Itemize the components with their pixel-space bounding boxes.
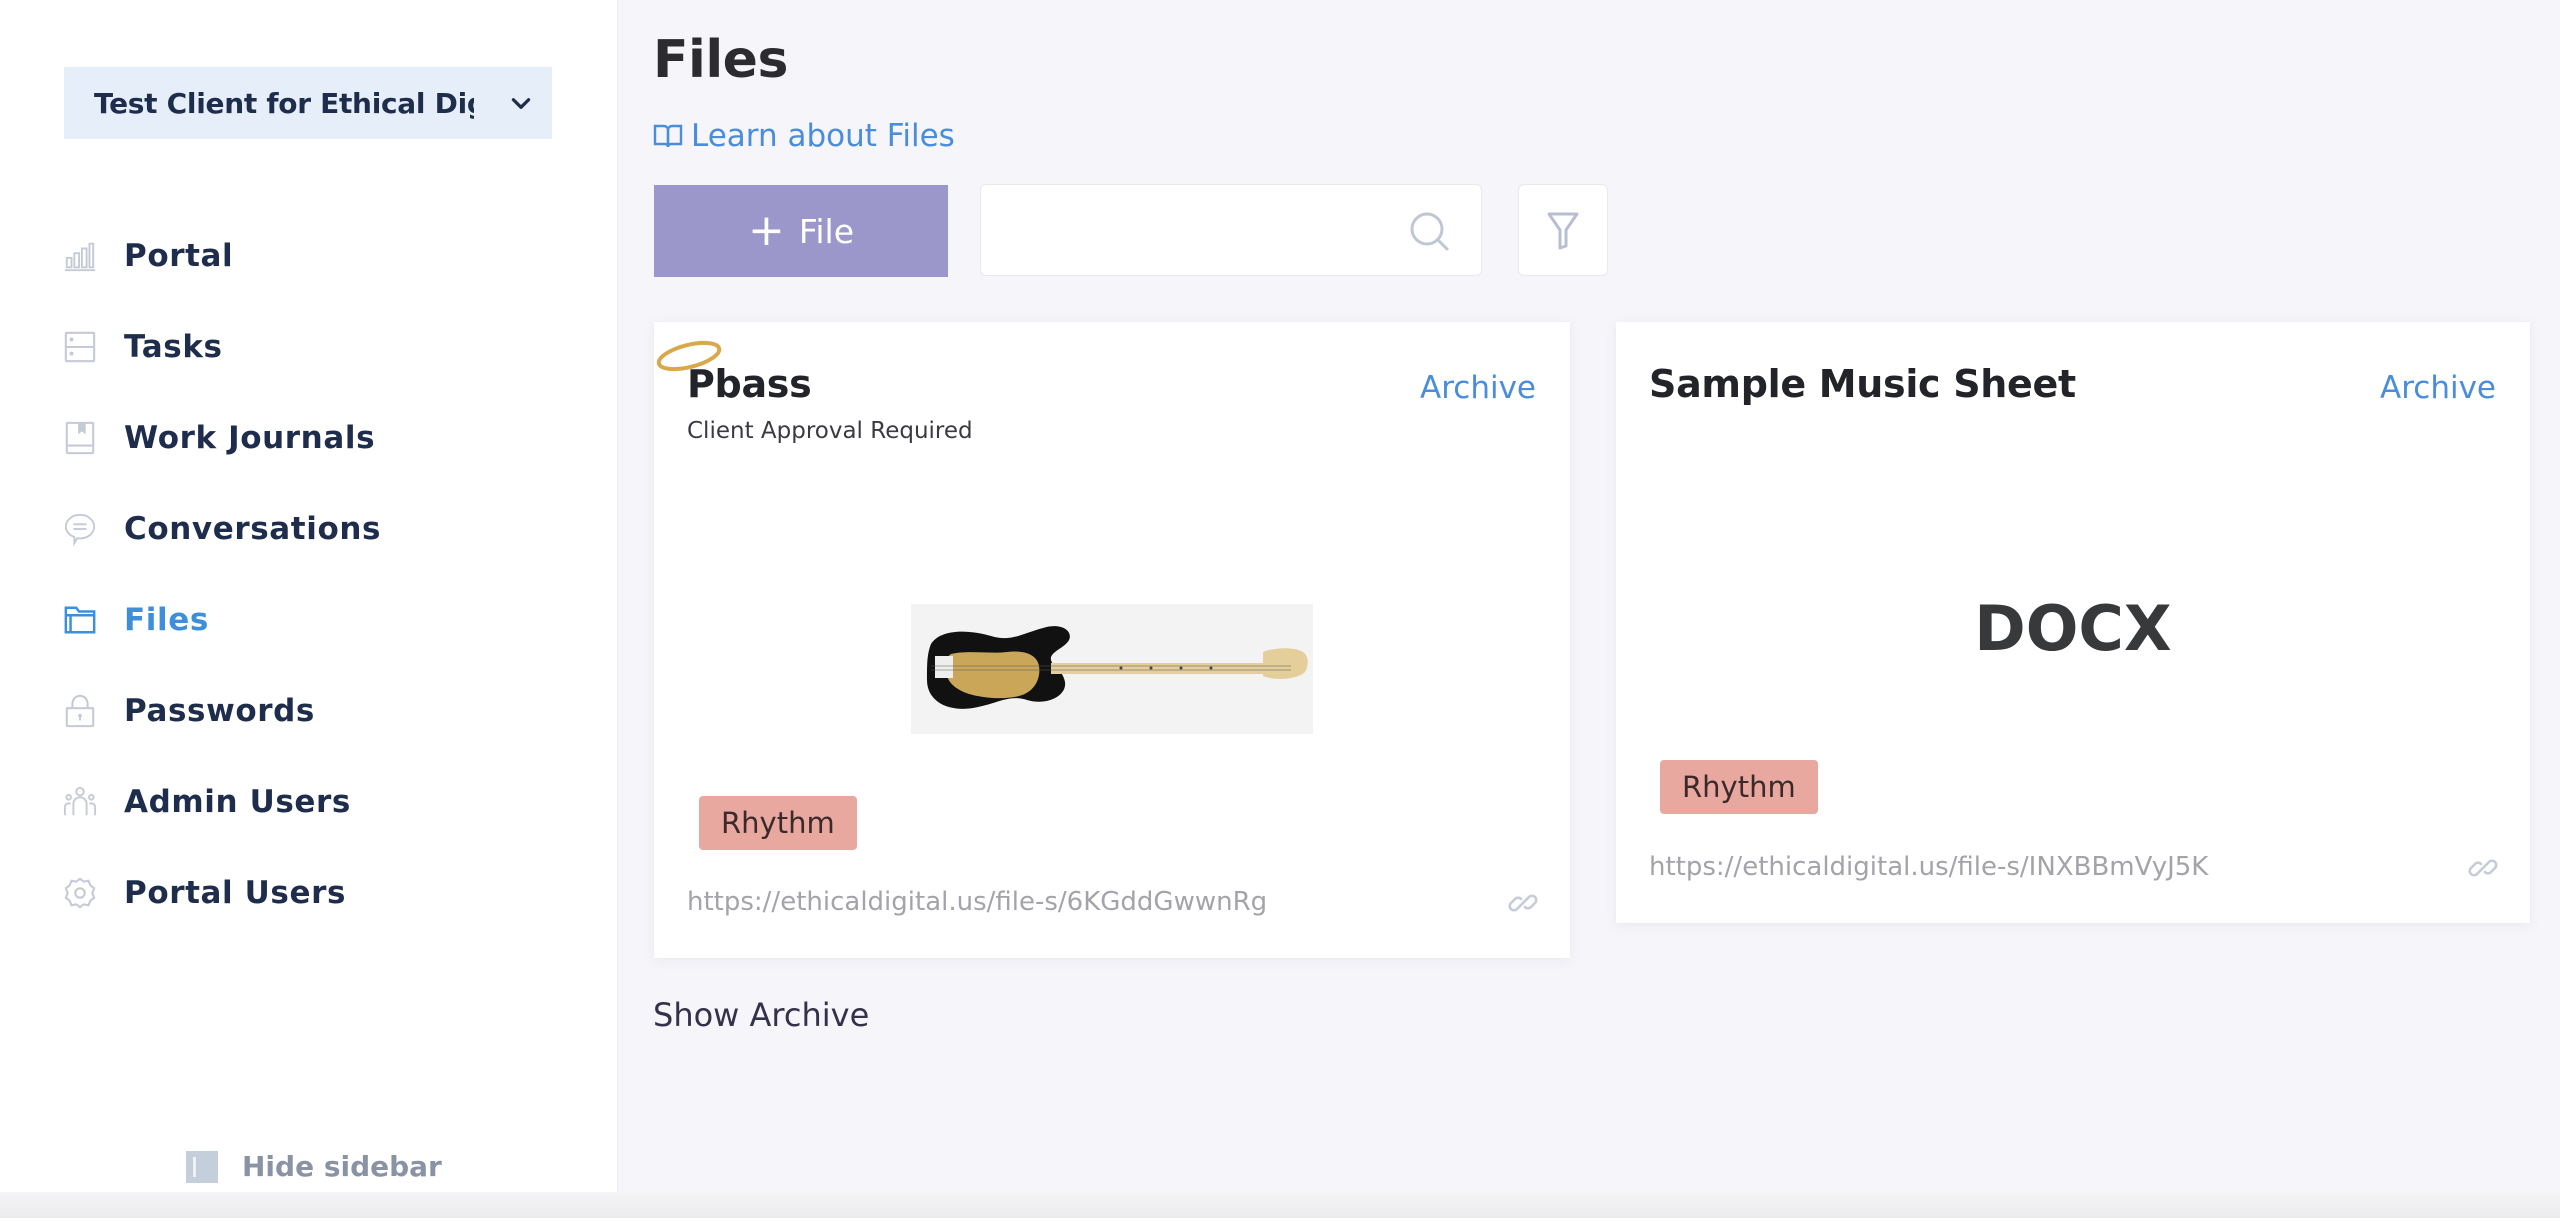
folder-icon xyxy=(62,602,98,638)
search-icon[interactable] xyxy=(1407,209,1453,255)
sidebar-item-portal-users[interactable]: Portal Users xyxy=(62,847,381,938)
learn-about-files-link[interactable]: Learn about Files xyxy=(653,118,955,154)
sidebar-item-admin-users[interactable]: Admin Users xyxy=(62,756,381,847)
learn-about-files-label: Learn about Files xyxy=(691,118,955,154)
sidebar-item-label: Files xyxy=(124,601,209,638)
hide-sidebar-label: Hide sidebar xyxy=(242,1150,442,1183)
gear-icon xyxy=(62,875,98,911)
add-file-button[interactable]: + File xyxy=(654,185,948,277)
link-icon[interactable] xyxy=(1508,888,1538,918)
bar-chart-icon xyxy=(62,238,98,274)
filter-button[interactable] xyxy=(1518,184,1608,276)
filter-icon xyxy=(1547,212,1579,250)
chat-bubble-icon xyxy=(62,511,98,547)
link-icon[interactable] xyxy=(2468,853,2498,883)
tag-rhythm[interactable]: Rhythm xyxy=(699,796,857,850)
bottom-edge xyxy=(0,1192,2560,1218)
sidebar-item-label: Portal Users xyxy=(124,874,347,911)
sidebar-item-passwords[interactable]: Passwords xyxy=(62,665,381,756)
book-icon xyxy=(653,124,683,148)
sidebar-nav: Portal Tasks Work Journals Conversations… xyxy=(62,210,381,938)
sidebar-item-tasks[interactable]: Tasks xyxy=(62,301,381,392)
approval-status: Client Approval Required xyxy=(687,418,973,444)
file-card[interactable]: Sample Music Sheet Archive DOCX Rhythm h… xyxy=(1616,322,2530,923)
sidebar-item-label: Passwords xyxy=(124,692,315,729)
archive-button[interactable]: Archive xyxy=(1420,370,1536,406)
sidebar-item-work-journals[interactable]: Work Journals xyxy=(62,392,381,483)
file-preview-image[interactable] xyxy=(911,604,1313,734)
plus-icon: + xyxy=(747,205,785,256)
search-input[interactable] xyxy=(981,185,1401,275)
sidebar-item-conversations[interactable]: Conversations xyxy=(62,483,381,574)
client-selector[interactable]: Test Client for Ethical Digital xyxy=(64,67,552,139)
client-selector-label: Test Client for Ethical Digital xyxy=(94,86,474,120)
file-title[interactable]: Pbass xyxy=(687,362,812,406)
add-file-label: File xyxy=(798,211,855,251)
file-card[interactable]: Pbass Archive Client Approval Required R… xyxy=(654,322,1570,958)
tag-rhythm[interactable]: Rhythm xyxy=(1660,760,1818,814)
bass-guitar-image xyxy=(911,604,1313,734)
users-icon xyxy=(62,784,98,820)
sidebar-toggle-icon xyxy=(186,1150,218,1183)
chevron-down-icon xyxy=(511,98,531,109)
file-share-url[interactable]: https://ethicaldigital.us/file-s/6KGddGw… xyxy=(687,887,1267,917)
sidebar-item-label: Conversations xyxy=(124,510,382,547)
journal-icon xyxy=(62,420,98,456)
sidebar-item-label: Portal xyxy=(124,237,234,274)
show-archive-link[interactable]: Show Archive xyxy=(653,996,869,1034)
sidebar-item-label: Tasks xyxy=(124,328,223,365)
sidebar-item-files[interactable]: Files xyxy=(62,574,381,665)
sidebar-item-portal[interactable]: Portal xyxy=(62,210,381,301)
search-box xyxy=(980,184,1482,276)
lock-icon xyxy=(62,693,98,729)
hide-sidebar-button[interactable]: Hide sidebar xyxy=(186,1150,442,1183)
sidebar-item-label: Admin Users xyxy=(124,783,351,820)
file-type-preview[interactable]: DOCX xyxy=(1616,592,2530,665)
archive-button[interactable]: Archive xyxy=(2380,370,2496,406)
tasks-icon xyxy=(62,329,98,365)
sidebar-item-label: Work Journals xyxy=(124,419,376,456)
file-title[interactable]: Sample Music Sheet xyxy=(1649,362,2076,406)
sidebar: Test Client for Ethical Digital Portal T… xyxy=(0,0,618,1218)
file-share-url[interactable]: https://ethicaldigital.us/file-s/INXBBmV… xyxy=(1649,852,2208,882)
page-title: Files xyxy=(653,30,788,90)
